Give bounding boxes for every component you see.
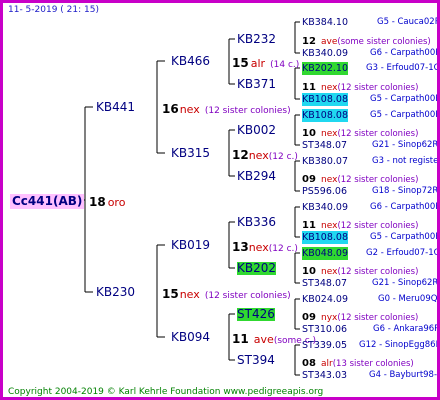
gen3-node-7-num: 08	[302, 358, 316, 369]
gen3-node-5-label[interactable]: KB202	[237, 262, 277, 275]
gen4-node-15-tag: G4 - Bayburt98-3	[369, 370, 440, 380]
gen4-node-11-label[interactable]: ST348.07	[302, 277, 347, 290]
gen1-node-0-ind: nex	[179, 103, 200, 116]
gen3-node-5-num: 10	[302, 266, 316, 277]
gen2-node-1-ind: nex	[248, 149, 269, 162]
gen2-node-1-sis: (12 c.)	[268, 152, 298, 162]
report-date: 11- 5-2019 ( 21: 15)	[8, 5, 99, 15]
gen4-node-8-label[interactable]: KB340.09	[302, 201, 348, 214]
gen3-node-4-ind: nex	[321, 221, 338, 231]
gen2-node-3-num: 11	[232, 332, 249, 346]
gen4-node-6-tag: G3 - not registe	[372, 156, 439, 166]
gen3-node-6-ind: nyx	[321, 313, 338, 323]
gen3-node-0-sis: (some sister colonies)	[337, 37, 431, 47]
gen3-node-3-sis: (12 sister colonies)	[337, 175, 419, 185]
gen2-node-2-label[interactable]: KB019	[171, 239, 210, 252]
gen3-node-0-num: 12	[302, 36, 316, 47]
gen4-node-4-label[interactable]: KB108.08	[302, 109, 348, 122]
gen4-node-4-tag: G5 - Carpath00R	[370, 110, 440, 120]
gen3-node-1-sis: (12 sister colonies)	[337, 83, 419, 93]
gen2-node-0-info: 15 alr (14 c.)	[232, 55, 299, 72]
gen3-node-6-num: 09	[302, 312, 316, 323]
gen2-node-0-label[interactable]: KB466	[171, 55, 210, 68]
gen4-node-0-tag: G5 - Cauca02R	[377, 17, 440, 27]
gen3-node-1-num: 11	[302, 82, 316, 93]
gen3-node-3-ind: nex	[321, 175, 338, 185]
gen2-node-0-ind: alr	[250, 57, 266, 70]
gen1-node-1-num: 15	[162, 287, 179, 301]
gen4-node-12-label[interactable]: KB024.09	[302, 293, 348, 306]
gen2-node-0-sis: (14 c.)	[270, 60, 300, 70]
gen3-node-2-label[interactable]: KB002	[237, 124, 276, 137]
pedigree-frame: 11- 5-2019 ( 21: 15) Cc441(AB) 18 oro KB4…	[0, 0, 440, 400]
gen2-node-2-num: 13	[232, 240, 249, 254]
gen3-node-0-ind: ave	[321, 37, 338, 47]
gen2-node-1-info: 12nex(12 c.)	[232, 147, 298, 164]
gen2-node-3-label[interactable]: KB094	[171, 331, 210, 344]
gen3-node-3-label[interactable]: KB294	[237, 170, 276, 183]
gen2-node-0-num: 15	[232, 56, 249, 70]
gen4-node-14-tag: G12 - SinopEgg86R	[359, 340, 440, 350]
gen1-node-0-label[interactable]: KB441	[96, 101, 135, 114]
gen4-node-5-tag: G21 - Sinop62R	[372, 140, 439, 150]
gen4-node-3-label[interactable]: KB108.08	[302, 93, 348, 106]
gen4-node-11-tag: G21 - Sinop62R	[372, 278, 439, 288]
gen4-node-12-tag: G0 - Meru09Q	[378, 294, 438, 304]
gen4-node-9-tag: G5 - Carpath00R	[370, 232, 440, 242]
gen3-node-2-num: 10	[302, 128, 316, 139]
gen4-node-13-tag: G6 - Ankara96R	[373, 324, 440, 334]
gen3-node-1-ind: nex	[321, 83, 338, 93]
gen3-node-3-num: 09	[302, 174, 316, 185]
gen1-node-0-info: 16nex (12 sister colonies)	[162, 101, 291, 118]
gen3-node-6-sis: (12 sister colonies)	[337, 313, 419, 323]
gen1-node-1-ind: nex	[179, 288, 200, 301]
gen4-node-0-label[interactable]: KB384.10	[302, 16, 348, 29]
gen2-node-2-sis: (12 c.)	[268, 244, 298, 254]
gen3-node-7-label[interactable]: ST394	[237, 354, 275, 367]
gen3-node-2-ind: nex	[321, 129, 338, 139]
copyright-footer: Copyright 2004-2019 © Karl Kehrle Founda…	[8, 387, 324, 397]
root-score-num: 18	[89, 195, 106, 209]
gen1-node-1-sis: (12 sister colonies)	[204, 291, 291, 301]
gen3-node-5-ind: nex	[321, 267, 338, 277]
root-colony-label[interactable]: Cc441(AB)	[10, 194, 85, 209]
gen3-node-7-sis: (13 sister colonies)	[332, 359, 414, 369]
gen1-node-0-sis: (12 sister colonies)	[204, 106, 291, 116]
gen3-node-4-num: 11	[302, 220, 316, 231]
gen4-node-10-label[interactable]: KB048.09	[302, 247, 348, 260]
gen4-node-2-label[interactable]: KB202.10	[302, 62, 348, 75]
gen2-node-2-ind: nex	[248, 241, 269, 254]
gen4-node-1-tag: G6 - Carpath00R	[370, 48, 440, 58]
gen4-node-14-label[interactable]: ST339.05	[302, 339, 347, 352]
gen3-node-5-sis: (12 sister colonies)	[337, 267, 419, 277]
gen1-node-1-info: 15nex (12 sister colonies)	[162, 286, 291, 303]
gen4-node-10-tag: G2 - Erfoud07-1Q	[366, 248, 440, 258]
gen4-node-9-label[interactable]: KB108.08	[302, 231, 348, 244]
gen4-node-6-label[interactable]: KB380.07	[302, 155, 348, 168]
gen4-node-1-label[interactable]: KB340.09	[302, 47, 348, 60]
gen3-node-7-ind: alr	[321, 359, 333, 369]
gen3-node-2-sis: (12 sister colonies)	[337, 129, 419, 139]
root-indicator: oro	[107, 196, 126, 209]
gen2-node-1-num: 12	[232, 148, 249, 162]
gen4-node-7-tag: G18 - Sinop72R	[372, 186, 439, 196]
gen4-node-5-label[interactable]: ST348.07	[302, 139, 347, 152]
gen2-node-3-ind: ave	[253, 333, 274, 346]
gen2-node-1-label[interactable]: KB315	[171, 147, 210, 160]
gen1-node-0-num: 16	[162, 102, 179, 116]
gen1-node-1-label[interactable]: KB230	[96, 286, 135, 299]
gen3-node-0-label[interactable]: KB232	[237, 33, 276, 46]
gen4-node-13-label[interactable]: ST310.06	[302, 323, 347, 336]
gen3-node-6-label[interactable]: ST426	[237, 308, 275, 321]
root-score: 18 oro	[89, 194, 126, 210]
gen4-node-15-label[interactable]: ST343.03	[302, 369, 347, 382]
gen4-node-8-tag: G6 - Carpath00R	[370, 202, 440, 212]
gen2-node-2-info: 13nex(12 c.)	[232, 239, 298, 256]
gen4-node-7-label[interactable]: PS596.06	[302, 185, 347, 198]
gen3-node-4-sis: (12 sister colonies)	[337, 221, 419, 231]
gen4-node-3-tag: G5 - Carpath00R	[370, 94, 440, 104]
gen3-node-4-label[interactable]: KB336	[237, 216, 276, 229]
gen4-node-2-tag: G3 - Erfoud07-1Q	[366, 63, 440, 73]
gen3-node-1-label[interactable]: KB371	[237, 78, 276, 91]
